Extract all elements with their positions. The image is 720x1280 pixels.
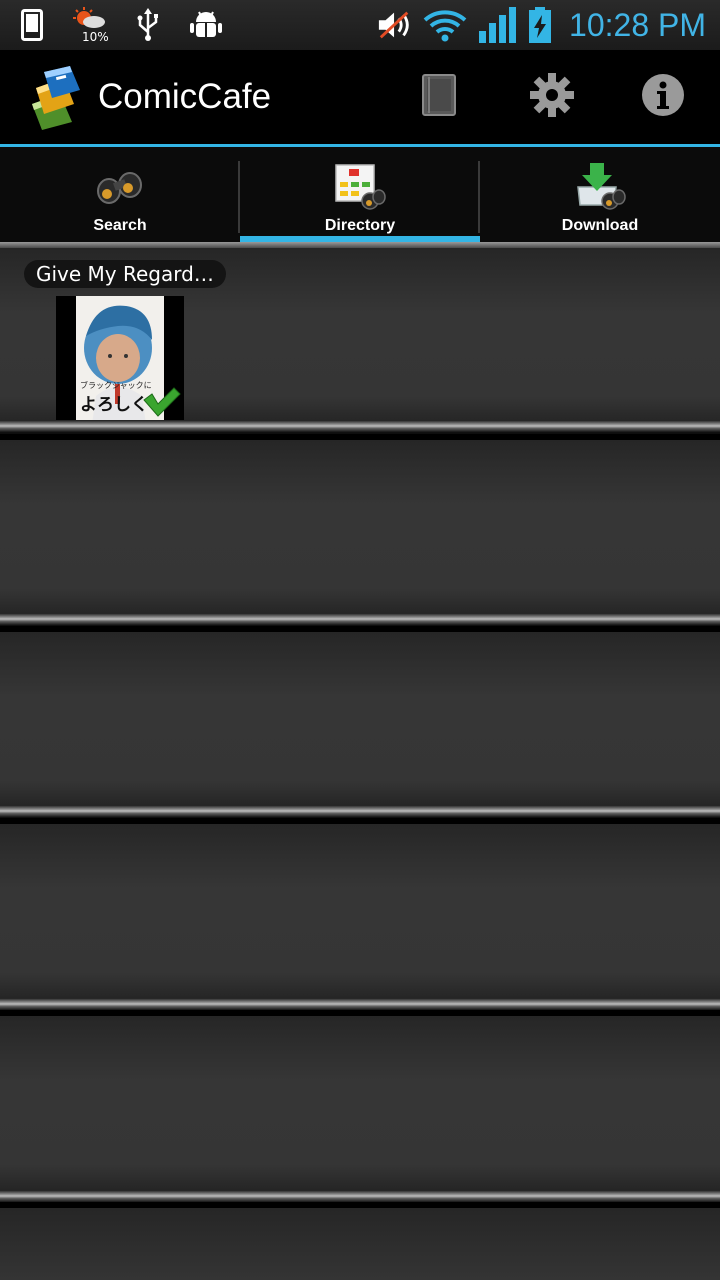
action-bar: ComicCafe bbox=[0, 50, 720, 144]
app-title: ComicCafe bbox=[98, 77, 272, 116]
shelf-row bbox=[0, 1016, 720, 1202]
download-icon bbox=[574, 161, 626, 211]
tab-directory-label: Directory bbox=[324, 217, 396, 234]
shelf-edge bbox=[0, 1190, 720, 1202]
tab-bar: Search Directory Download bbox=[0, 147, 720, 248]
mute-icon bbox=[377, 7, 413, 43]
usb-icon bbox=[130, 7, 166, 43]
android-debug-icon bbox=[188, 7, 224, 43]
svg-text:よろしく: よろしく bbox=[80, 395, 148, 415]
info-icon bbox=[641, 73, 685, 121]
wifi-icon bbox=[423, 7, 467, 43]
book-cover[interactable]: ブラックジャックに よろしく bbox=[56, 296, 184, 424]
tab-download[interactable]: Download bbox=[480, 147, 720, 244]
tab-search[interactable]: Search bbox=[0, 147, 240, 244]
settings-icon bbox=[530, 73, 574, 121]
status-time: 10:28 PM bbox=[569, 6, 706, 43]
battery-charging-icon bbox=[527, 7, 553, 43]
svg-text:ブラックジャックに: ブラックジャックに bbox=[80, 380, 152, 390]
tab-directory[interactable]: Directory bbox=[240, 147, 480, 248]
svg-text:10%: 10% bbox=[82, 30, 108, 43]
directory-icon bbox=[334, 161, 386, 211]
tab-search-label: Search bbox=[93, 217, 147, 234]
shelf-row bbox=[0, 824, 720, 1010]
phone-icon bbox=[14, 7, 50, 43]
shelf-row bbox=[0, 632, 720, 818]
signal-icon bbox=[477, 7, 517, 43]
weather-icon: 10% bbox=[72, 7, 108, 43]
bookshelf: Give My Regard… ブラックジャックに よろしく bbox=[0, 248, 720, 1280]
shelf-edge bbox=[0, 420, 720, 432]
library-icon bbox=[421, 73, 457, 121]
shelf-row bbox=[0, 440, 720, 626]
shelf-edge bbox=[0, 613, 720, 625]
comiccafe-logo-icon bbox=[26, 64, 88, 130]
book-title-label[interactable]: Give My Regard… bbox=[24, 260, 226, 288]
shelf-row: Give My Regard… ブラックジャックに よろしく bbox=[0, 248, 720, 434]
binoculars-icon bbox=[94, 161, 146, 211]
tab-download-label: Download bbox=[561, 217, 639, 234]
shelf-row bbox=[0, 1208, 720, 1280]
settings-button[interactable] bbox=[527, 72, 577, 122]
status-bar: 10% 10:28 PM bbox=[0, 0, 720, 50]
shelf-edge bbox=[0, 998, 720, 1010]
library-button[interactable] bbox=[414, 72, 464, 122]
info-button[interactable] bbox=[638, 72, 688, 122]
shelf-edge bbox=[0, 805, 720, 817]
